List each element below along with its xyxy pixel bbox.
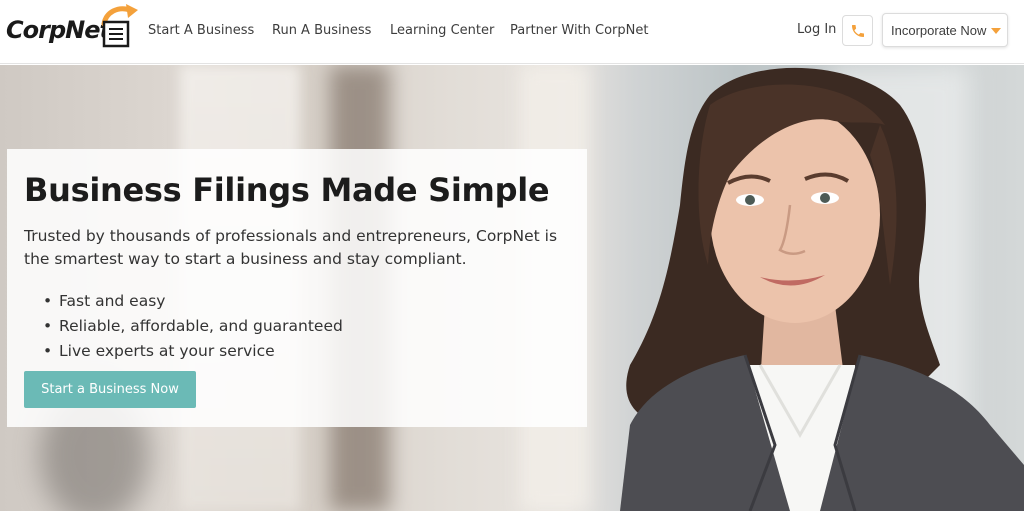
hero-subtext: Trusted by thousands of professionals an… xyxy=(24,227,558,268)
hero-section: Business Filings Made Simple Trusted by … xyxy=(0,65,1024,511)
corpnet-logo[interactable]: CorpNet xyxy=(6,4,138,52)
hero-headline: Business Filings Made Simple xyxy=(24,171,550,209)
top-navigation: CorpNet Start A Business Run A Business … xyxy=(0,0,1024,64)
feature-list-item: Reliable, affordable, and guaranteed xyxy=(43,314,343,339)
incorporate-now-dropdown[interactable]: Incorporate Now xyxy=(882,13,1008,47)
phone-icon xyxy=(851,24,864,37)
document-arrow-logo-icon xyxy=(101,4,138,48)
feature-list: Fast and easy Reliable, affordable, and … xyxy=(43,289,343,364)
smiling-businesswoman-photo xyxy=(620,67,1024,511)
nav-run-a-business[interactable]: Run A Business xyxy=(272,23,371,38)
nav-learning-center[interactable]: Learning Center xyxy=(390,23,494,38)
login-link[interactable]: Log In xyxy=(797,22,836,37)
start-a-business-now-button[interactable]: Start a Business Now xyxy=(24,371,196,408)
feature-list-item: Fast and easy xyxy=(43,289,343,314)
phone-button[interactable] xyxy=(842,15,873,46)
nav-partner-with-corpnet[interactable]: Partner With CorpNet xyxy=(510,23,648,38)
hero-card: Business Filings Made Simple Trusted by … xyxy=(7,149,587,427)
caret-down-icon xyxy=(991,28,1001,34)
nav-start-a-business[interactable]: Start A Business xyxy=(148,23,254,38)
logo-wordmark: CorpNet xyxy=(6,16,111,44)
feature-list-item: Live experts at your service xyxy=(43,339,343,364)
incorporate-now-label: Incorporate Now xyxy=(891,22,987,38)
